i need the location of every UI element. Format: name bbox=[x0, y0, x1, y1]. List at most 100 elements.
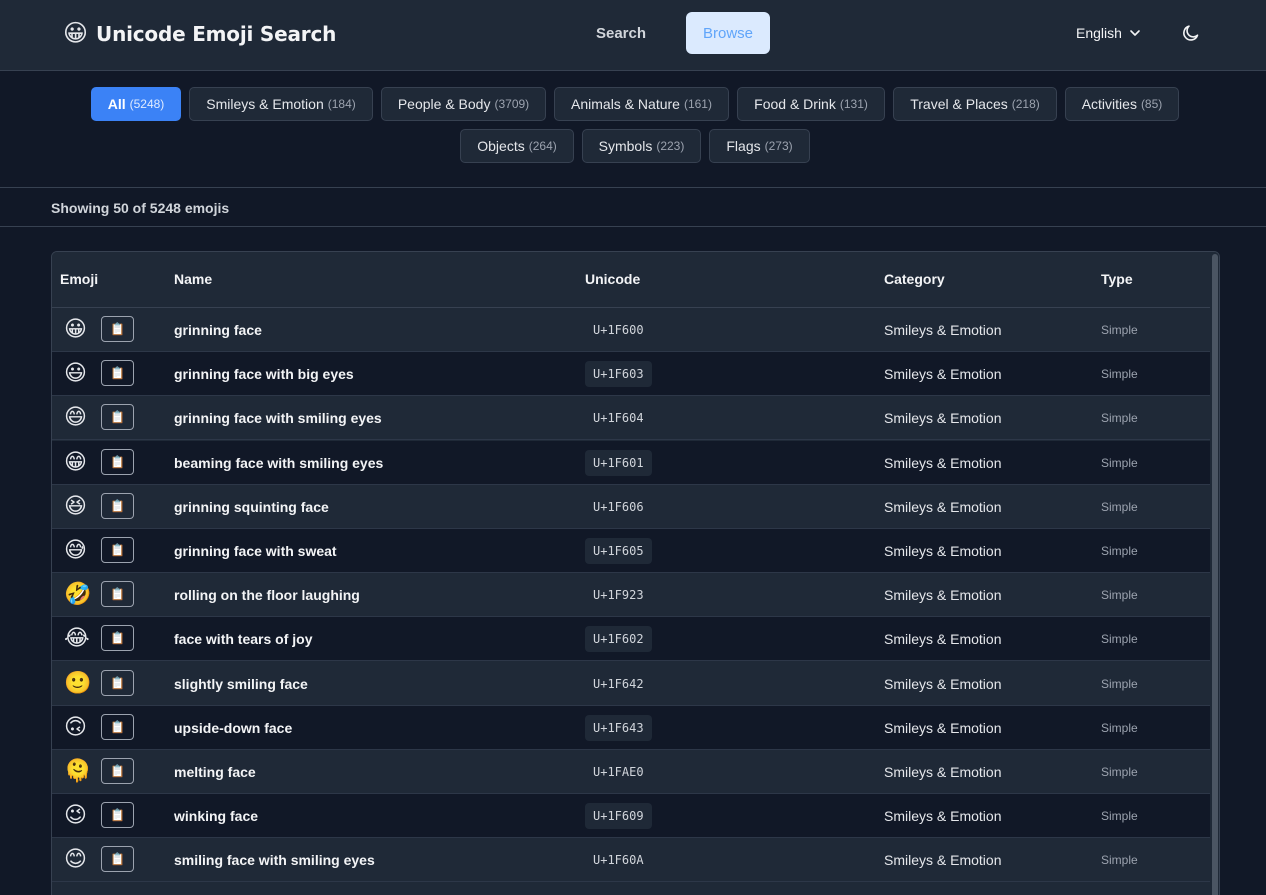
language-selector[interactable]: English bbox=[1076, 21, 1142, 45]
emoji-category: Smileys & Emotion bbox=[884, 543, 1002, 559]
emoji-glyph[interactable]: 🫠 bbox=[64, 760, 91, 782]
emoji-glyph[interactable]: 😃 bbox=[64, 362, 87, 384]
table-row[interactable]: 🙃 📋 upside-down face U+1F643 Smileys & Emoti… bbox=[52, 705, 1210, 750]
emoji-name: upside-down face bbox=[174, 719, 293, 736]
table-row[interactable]: 😊 📋 smiling face with smiling eyes U+1F60A S… bbox=[52, 838, 1210, 883]
filter-smileys-emotion[interactable]: Smileys & Emotion (184) bbox=[189, 87, 373, 121]
copy-button[interactable]: 📋 bbox=[101, 316, 134, 342]
emoji-name: smiling face with smiling eyes bbox=[174, 852, 375, 869]
table-row[interactable]: 😃 📋 grinning face with big eyes U+1F603 Smil… bbox=[52, 352, 1210, 397]
copy-button[interactable]: 📋 bbox=[101, 404, 134, 431]
emoji-type: Simple bbox=[1101, 809, 1138, 824]
clipboard-icon: 📋 bbox=[110, 543, 125, 557]
table-row[interactable]: 😆 📋 grinning squinting face U+1F606 Smileys … bbox=[52, 484, 1210, 529]
table-row[interactable]: 😁 📋 beaming face with smiling eyes U+1F601 S… bbox=[52, 440, 1210, 485]
unicode-code: U+1F602 bbox=[585, 626, 652, 653]
emoji-category: Smileys & Emotion bbox=[884, 764, 1002, 780]
emoji-type: Simple bbox=[1101, 499, 1138, 514]
app-title: Unicode Emoji Search bbox=[96, 22, 337, 46]
emoji-category: Smileys & Emotion bbox=[884, 587, 1002, 604]
table-row[interactable]: 😂 📋 face with tears of joy U+1F602 Smileys &… bbox=[52, 617, 1210, 662]
emoji-glyph[interactable]: 😄 bbox=[64, 406, 87, 428]
emoji-glyph[interactable]: 🙂 bbox=[64, 671, 91, 694]
table-scrollbar[interactable] bbox=[1210, 252, 1219, 895]
chevron-down-icon bbox=[1130, 30, 1140, 36]
emoji-glyph[interactable]: 😉 bbox=[64, 804, 87, 826]
emoji-type: Simple bbox=[1101, 853, 1138, 868]
table-row[interactable]: 😄 📋 grinning face with smiling eyes U+1F604… bbox=[52, 396, 1210, 441]
clipboard-icon: 📋 bbox=[110, 808, 125, 823]
column-header-emoji[interactable]: Emoji bbox=[60, 271, 98, 287]
filter-count: (131) bbox=[839, 97, 868, 111]
emoji-category: Smileys & Emotion bbox=[884, 675, 1002, 692]
table-row[interactable]: 🤣 📋 rolling on the floor laughing U+1F923 Sm… bbox=[52, 573, 1210, 618]
emoji-name: winking face bbox=[174, 808, 259, 825]
scrollbar-thumb[interactable] bbox=[1212, 254, 1218, 895]
filter-food-drink[interactable]: Food & Drink (131) bbox=[737, 87, 885, 121]
filter-count: (85) bbox=[1140, 97, 1163, 111]
copy-button[interactable]: 📋 bbox=[101, 669, 134, 696]
filter-flags[interactable]: Flags (273) bbox=[709, 129, 810, 163]
copy-button[interactable]: 📋 bbox=[101, 713, 134, 740]
emoji-glyph[interactable]: 😅 bbox=[64, 539, 87, 561]
copy-button[interactable]: 📋 bbox=[101, 360, 134, 387]
column-header-name[interactable]: Name bbox=[174, 271, 212, 287]
filter-label: Animals & Nature bbox=[571, 96, 680, 112]
copy-button[interactable]: 📋 bbox=[101, 581, 134, 608]
emoji-name: grinning face bbox=[174, 322, 262, 338]
emoji-glyph[interactable]: 🙃 bbox=[64, 715, 87, 738]
table-row[interactable]: 😀 📋 grinning face U+1F600 Smileys & Emotion S… bbox=[52, 308, 1210, 352]
emoji-glyph[interactable]: 😀 bbox=[64, 318, 87, 340]
copy-button[interactable]: 📋 bbox=[101, 846, 134, 873]
clipboard-icon: 📋 bbox=[110, 454, 125, 469]
clipboard-icon: 📋 bbox=[110, 852, 125, 867]
filter-people-body[interactable]: People & Body (3709) bbox=[381, 87, 546, 121]
table-row[interactable]: 😅 📋 grinning face with sweat U+1F605 Smileys… bbox=[52, 529, 1210, 573]
table-row[interactable]: 🙂 📋 slightly smiling face U+1F642 Smileys & … bbox=[52, 661, 1210, 706]
emoji-category: Smileys & Emotion bbox=[884, 719, 1002, 736]
copy-button[interactable]: 📋 bbox=[101, 537, 134, 563]
filter-symbols[interactable]: Symbols (223) bbox=[582, 129, 701, 163]
unicode-code: U+1F605 bbox=[585, 538, 652, 564]
filter-count: (184) bbox=[327, 97, 356, 111]
theme-toggle-button[interactable] bbox=[1178, 20, 1204, 46]
table-row[interactable]: 🫠 📋 melting face U+1FAE0 Smileys & Emotion Si… bbox=[52, 750, 1210, 794]
nav-browse-link[interactable]: Browse bbox=[686, 12, 770, 54]
unicode-code: U+1FAE0 bbox=[593, 765, 644, 779]
filter-activities[interactable]: Activities (85) bbox=[1065, 87, 1179, 121]
clipboard-icon: 📋 bbox=[110, 410, 125, 425]
emoji-glyph[interactable]: 😁 bbox=[64, 450, 87, 473]
filter-objects[interactable]: Objects (264) bbox=[460, 129, 574, 163]
emoji-glyph[interactable]: 😊 bbox=[64, 848, 87, 870]
filter-all[interactable]: All (5248) bbox=[91, 87, 181, 121]
filter-label: Objects bbox=[477, 138, 525, 154]
column-header-unicode[interactable]: Unicode bbox=[585, 271, 640, 287]
copy-button[interactable]: 📋 bbox=[101, 625, 134, 652]
copy-button[interactable]: 📋 bbox=[101, 758, 134, 784]
filter-label: All bbox=[107, 96, 126, 112]
clipboard-icon: 📋 bbox=[110, 719, 125, 734]
unicode-code: U+1F643 bbox=[585, 714, 652, 741]
emoji-glyph[interactable]: 😂 bbox=[64, 627, 90, 649]
results-bar: Showing 50 of 5248 emojis bbox=[0, 188, 1266, 227]
copy-button[interactable]: 📋 bbox=[101, 492, 134, 519]
filter-travel-places[interactable]: Travel & Places (218) bbox=[893, 87, 1057, 121]
column-header-type[interactable]: Type bbox=[1101, 271, 1133, 287]
emoji-category: Smileys & Emotion bbox=[884, 631, 1002, 648]
emoji-name: rolling on the floor laughing bbox=[174, 587, 360, 604]
unicode-code: U+1F60A bbox=[593, 853, 644, 868]
emoji-type: Simple bbox=[1101, 455, 1138, 470]
emoji-glyph[interactable]: 🤣 bbox=[64, 583, 91, 605]
clipboard-icon: 📋 bbox=[110, 631, 125, 646]
clipboard-icon: 📋 bbox=[110, 366, 125, 381]
table-row[interactable]: 😉 📋 winking face U+1F609 Smileys & Emotion Si… bbox=[52, 794, 1210, 839]
column-header-category[interactable]: Category bbox=[884, 271, 945, 287]
filter-label: Smileys & Emotion bbox=[206, 96, 324, 112]
filter-animals-nature[interactable]: Animals & Nature (161) bbox=[554, 87, 729, 121]
copy-button[interactable]: 📋 bbox=[101, 802, 134, 829]
emoji-glyph[interactable]: 😆 bbox=[64, 494, 87, 517]
nav-search-link[interactable]: Search bbox=[581, 13, 661, 53]
copy-button[interactable]: 📋 bbox=[101, 448, 134, 475]
emoji-name: face with tears of joy bbox=[174, 631, 313, 648]
brand[interactable]: 😀 Unicode Emoji Search bbox=[63, 20, 336, 48]
